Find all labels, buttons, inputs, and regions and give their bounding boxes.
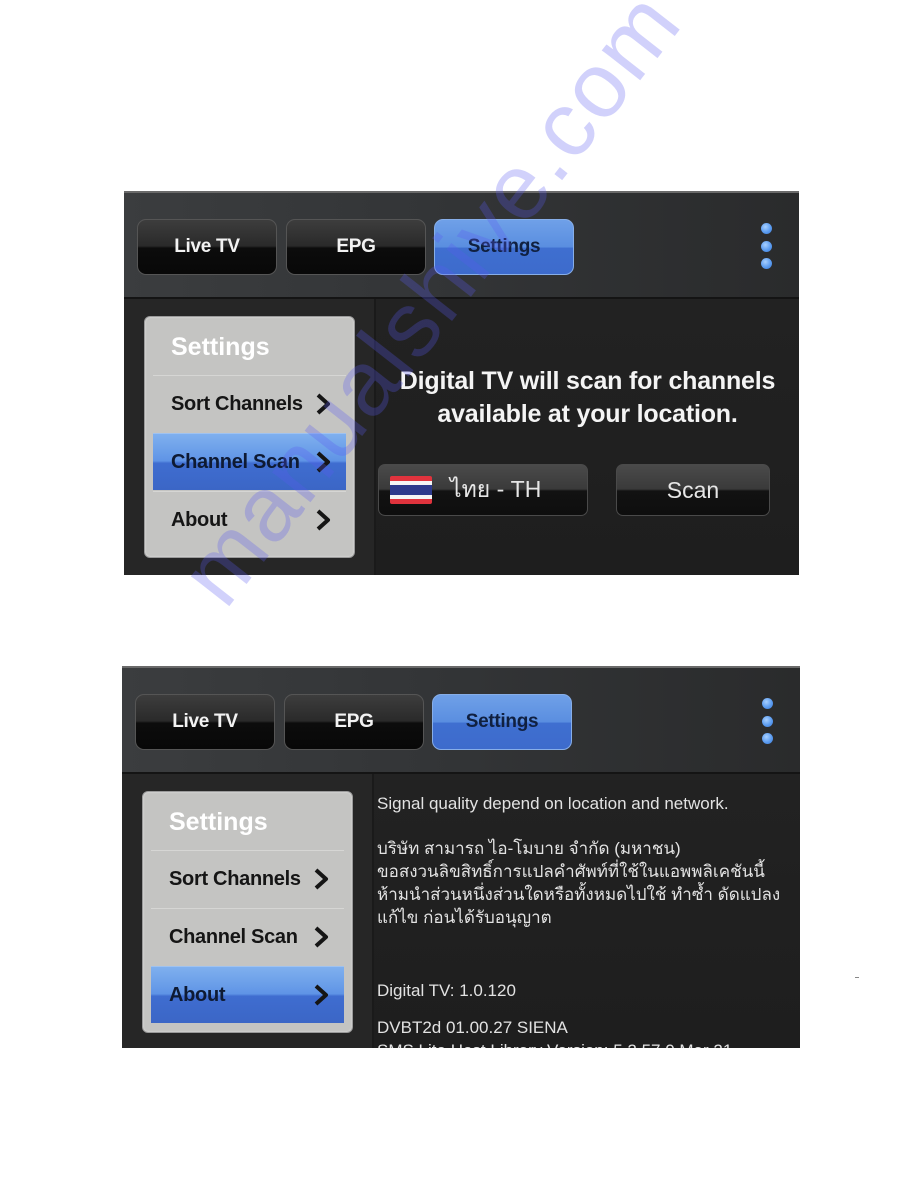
copyright-line: ขอสงวนลิขสิทธิ์การแปลคำศัพท์ที่ใช้ในแอพพ… xyxy=(377,862,765,881)
overflow-menu-icon[interactable] xyxy=(761,223,773,269)
tab-epg[interactable]: EPG xyxy=(286,219,426,275)
about-screenshot: Live TV EPG Settings Settings Sort Chann… xyxy=(122,666,800,1048)
copyright-line: ห้ามนำส่วนหนึ่งส่วนใดหรือทั้งหมดไปใช้ ทำ… xyxy=(377,885,781,904)
content-area: Settings Sort Channels Channel Scan Abou… xyxy=(122,774,800,1048)
menu-item-label: Channel Scan xyxy=(169,925,298,948)
menu-item-about[interactable]: About xyxy=(151,966,344,1023)
scan-message: Digital TV will scan for channels availa… xyxy=(376,365,799,431)
settings-menu: Settings Sort Channels Channel Scan Abou… xyxy=(144,316,355,558)
menu-item-about[interactable]: About xyxy=(153,491,346,548)
country-label: ไทย - TH xyxy=(450,476,542,502)
copyright-notice: บริษัท สามารถ ไอ-โมบาย จำกัด (มหาชน) ขอส… xyxy=(377,837,792,929)
copyright-line: แก้ไข ก่อนได้รับอนุญาต xyxy=(377,908,552,927)
app-version: Digital TV: 1.0.120 xyxy=(377,981,516,1000)
tab-live-tv[interactable]: Live TV xyxy=(137,219,277,275)
channel-scan-screenshot: Live TV EPG Settings Settings Sort Chann… xyxy=(124,191,799,575)
menu-item-label: Channel Scan xyxy=(171,450,300,473)
scan-message-line2: available at your location. xyxy=(437,400,738,428)
chevron-right-icon xyxy=(310,868,332,890)
stray-mark xyxy=(855,977,859,978)
menu-item-label: Sort Channels xyxy=(171,392,303,415)
tab-settings[interactable]: Settings xyxy=(432,694,572,750)
about-pane: Signal quality depend on location and ne… xyxy=(374,774,800,1048)
settings-sidebar: Settings Sort Channels Channel Scan Abou… xyxy=(124,299,376,575)
signal-note: Signal quality depend on location and ne… xyxy=(377,794,729,813)
scan-button[interactable]: Scan xyxy=(616,464,770,516)
settings-menu-title: Settings xyxy=(171,333,270,361)
tab-bar: Live TV EPG Settings xyxy=(122,668,800,774)
menu-item-sort-channels[interactable]: Sort Channels xyxy=(153,375,346,432)
menu-item-channel-scan[interactable]: Channel Scan xyxy=(151,908,344,965)
tab-epg[interactable]: EPG xyxy=(284,694,424,750)
overflow-menu-icon[interactable] xyxy=(762,698,774,744)
settings-menu-title: Settings xyxy=(169,808,268,836)
chevron-right-icon xyxy=(312,393,334,415)
chevron-right-icon xyxy=(312,509,334,531)
firmware-version: DVBT2d 01.00.27 SIENA xyxy=(377,1018,568,1037)
tab-settings[interactable]: Settings xyxy=(434,219,574,275)
menu-item-channel-scan[interactable]: Channel Scan xyxy=(153,433,346,490)
chevron-right-icon xyxy=(312,451,334,473)
scan-message-line1: Digital TV will scan for channels xyxy=(399,367,776,395)
menu-item-label: About xyxy=(169,983,226,1006)
content-area: Settings Sort Channels Channel Scan Abou… xyxy=(124,299,799,575)
tab-bar: Live TV EPG Settings xyxy=(124,193,799,299)
chevron-right-icon xyxy=(310,984,332,1006)
thailand-flag-icon xyxy=(390,476,432,504)
country-selector-button[interactable]: ไทย - TH xyxy=(378,464,588,516)
library-version: SMS Lite Host Library Version: 5.2.57.0 … xyxy=(377,1039,792,1048)
channel-scan-pane: Digital TV will scan for channels availa… xyxy=(376,299,799,575)
tab-live-tv[interactable]: Live TV xyxy=(135,694,275,750)
menu-item-label: About xyxy=(171,508,228,531)
chevron-right-icon xyxy=(310,926,332,948)
copyright-line: บริษัท สามารถ ไอ-โมบาย จำกัด (มหาชน) xyxy=(377,839,681,858)
menu-item-label: Sort Channels xyxy=(169,867,301,890)
settings-sidebar: Settings Sort Channels Channel Scan Abou… xyxy=(122,774,374,1048)
about-text: Signal quality depend on location and ne… xyxy=(377,792,792,1048)
menu-item-sort-channels[interactable]: Sort Channels xyxy=(151,850,344,907)
settings-menu: Settings Sort Channels Channel Scan Abou… xyxy=(142,791,353,1033)
